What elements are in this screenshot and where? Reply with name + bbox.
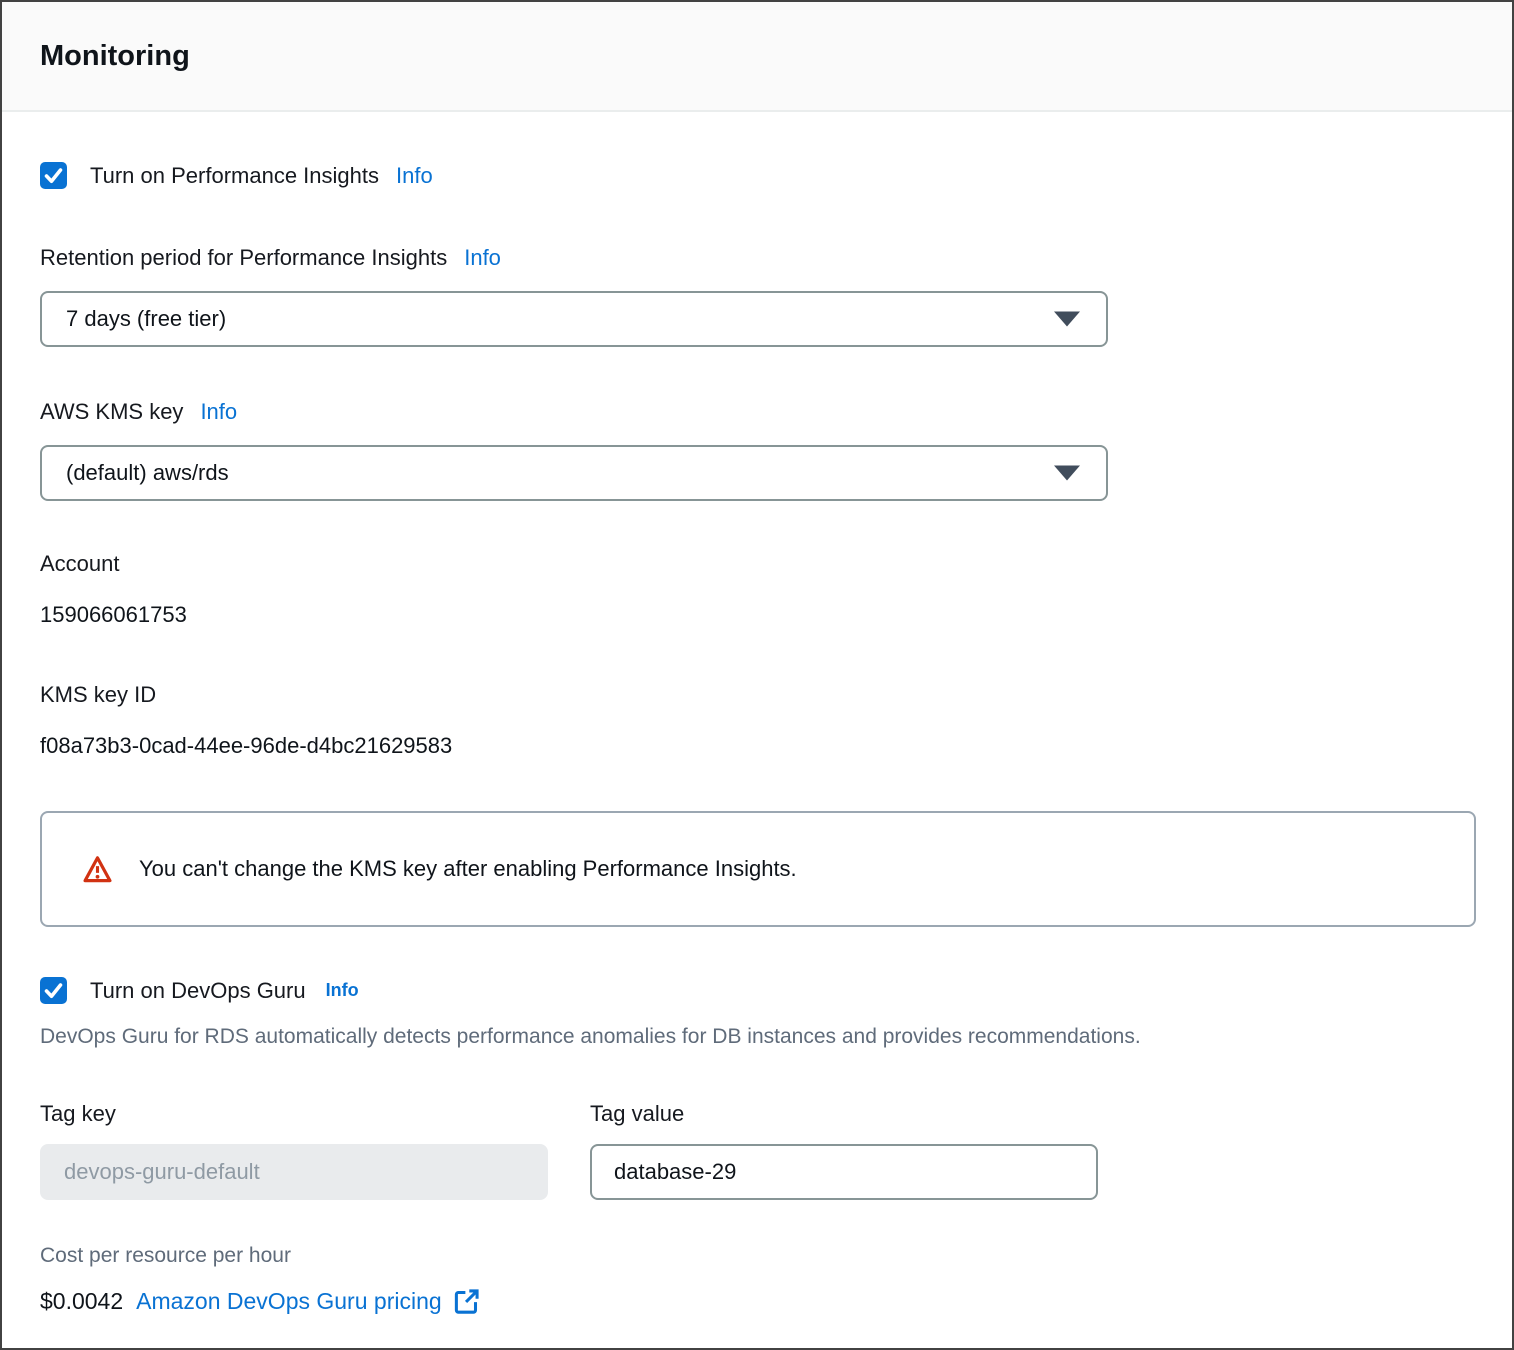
warning-triangle-icon <box>82 853 113 886</box>
tag-value-label: Tag value <box>590 1101 1098 1127</box>
retention-period-select[interactable]: 7 days (free tier) <box>40 291 1108 347</box>
cost-per-resource-label: Cost per resource per hour <box>40 1244 1474 1268</box>
retention-period-label-row: Retention period for Performance Insight… <box>40 245 1474 271</box>
cost-amount: $0.0042 <box>40 1288 123 1315</box>
devops-guru-checkbox-label: Turn on DevOps Guru <box>90 978 306 1004</box>
kms-key-id-label: KMS key ID <box>40 682 1474 708</box>
kms-key-id-field: KMS key ID f08a73b3-0cad-44ee-96de-d4bc2… <box>40 682 1474 759</box>
tag-key-label: Tag key <box>40 1101 548 1127</box>
kms-key-info-link[interactable]: Info <box>200 399 237 425</box>
panel-content: Turn on Performance Insights Info Retent… <box>2 162 1512 1315</box>
tag-key-field: Tag key <box>40 1101 548 1200</box>
performance-insights-info-link[interactable]: Info <box>396 163 433 189</box>
account-value: 159066061753 <box>40 602 1474 628</box>
performance-insights-checkbox-label: Turn on Performance Insights <box>90 163 379 189</box>
devops-guru-pricing-link-label: Amazon DevOps Guru pricing <box>136 1288 442 1315</box>
tag-value-field: Tag value <box>590 1101 1098 1200</box>
retention-period-info-link[interactable]: Info <box>464 245 501 271</box>
monitoring-panel: Monitoring Turn on Performance Insights … <box>0 0 1514 1350</box>
devops-guru-info-link[interactable]: Info <box>326 980 359 1001</box>
kms-warning-alert: You can't change the KMS key after enabl… <box>40 811 1476 927</box>
kms-key-label-row: AWS KMS key Info <box>40 399 1474 425</box>
account-label: Account <box>40 551 1474 577</box>
devops-guru-toggle-row: Turn on DevOps Guru Info <box>40 977 1474 1004</box>
tag-key-input <box>40 1144 548 1200</box>
cost-row: $0.0042 Amazon DevOps Guru pricing <box>40 1288 1474 1315</box>
kms-key-selected-value: (default) aws/rds <box>66 460 229 486</box>
page-title: Monitoring <box>40 40 190 73</box>
tag-value-input[interactable] <box>590 1144 1098 1200</box>
performance-insights-toggle-row: Turn on Performance Insights Info <box>40 162 1474 189</box>
checkmark-icon <box>40 977 67 1004</box>
retention-period-label: Retention period for Performance Insight… <box>40 245 447 271</box>
kms-warning-text: You can't change the KMS key after enabl… <box>139 856 797 882</box>
account-field: Account 159066061753 <box>40 551 1474 628</box>
panel-header: Monitoring <box>2 2 1512 112</box>
performance-insights-checkbox[interactable] <box>40 162 67 189</box>
chevron-down-icon <box>1054 466 1080 481</box>
tag-fields-row: Tag key Tag value <box>40 1101 1474 1200</box>
kms-key-label: AWS KMS key <box>40 399 183 425</box>
retention-period-selected-value: 7 days (free tier) <box>66 306 226 332</box>
kms-key-id-value: f08a73b3-0cad-44ee-96de-d4bc21629583 <box>40 733 1474 759</box>
devops-guru-description: DevOps Guru for RDS automatically detect… <box>40 1025 1474 1049</box>
devops-guru-pricing-link[interactable]: Amazon DevOps Guru pricing <box>136 1288 480 1315</box>
kms-key-select[interactable]: (default) aws/rds <box>40 445 1108 501</box>
external-link-icon <box>453 1288 480 1315</box>
checkmark-icon <box>40 162 67 189</box>
chevron-down-icon <box>1054 312 1080 327</box>
devops-guru-checkbox[interactable] <box>40 977 67 1004</box>
